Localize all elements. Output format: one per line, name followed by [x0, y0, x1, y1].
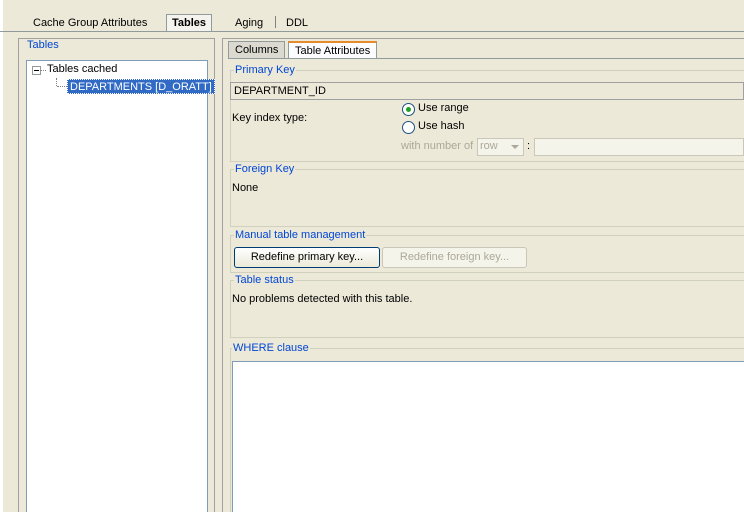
sub-tab-divider	[228, 58, 744, 59]
manual-management-title: Manual table management	[234, 229, 367, 241]
tab-columns[interactable]: Columns	[228, 41, 286, 58]
foreign-key-title: Foreign Key	[234, 163, 296, 175]
table-status-title: Table status	[234, 274, 295, 286]
redefine-foreign-key-button[interactable]: Redefine foreign key...	[382, 247, 527, 268]
tab-table-attributes[interactable]: Table Attributes	[288, 41, 378, 58]
with-number-of-label: with number of	[401, 140, 474, 152]
tab-aging[interactable]: Aging	[231, 15, 267, 31]
tree-connector	[41, 70, 46, 71]
tree-item-departments[interactable]: DEPARTMENTS [D_ORATT]	[67, 79, 215, 94]
row-select[interactable]: row	[477, 138, 524, 156]
tree-connector	[57, 86, 67, 87]
use-hash-label[interactable]: Use hash	[418, 120, 464, 132]
where-clause-input[interactable]	[232, 361, 744, 512]
tree-connector	[56, 78, 57, 86]
tab-ddl[interactable]: DDL	[282, 15, 312, 31]
use-range-radio[interactable]	[402, 103, 415, 116]
foreign-key-value: None	[232, 182, 259, 194]
key-index-type-label: Key index type:	[232, 112, 308, 124]
primary-key-field: DEPARTMENT_ID	[230, 82, 744, 100]
where-clause-title: WHERE clause	[232, 342, 310, 354]
table-status-text: No problems detected with this table.	[232, 293, 413, 305]
row-select-value: row	[480, 140, 498, 152]
chevron-down-icon[interactable]	[508, 140, 522, 154]
colon-label: :	[527, 140, 531, 152]
number-field[interactable]	[534, 138, 744, 156]
tree-root-tables-cached[interactable]: Tables cached	[47, 63, 117, 75]
tables-tree[interactable]: Tables cached DEPARTMENTS [D_ORATT]	[26, 60, 215, 512]
use-hash-radio[interactable]	[402, 121, 415, 134]
redefine-primary-key-button[interactable]: Redefine primary key...	[234, 247, 380, 268]
foreign-key-group	[230, 169, 744, 227]
primary-key-title: Primary Key	[234, 64, 296, 76]
tables-group-title: Tables	[26, 39, 60, 51]
tab-strip-divider	[0, 31, 744, 32]
use-range-label[interactable]: Use range	[418, 102, 469, 114]
table-status-group	[230, 280, 744, 338]
tab-separator	[275, 16, 276, 28]
tab-tables[interactable]: Tables	[166, 14, 213, 31]
window-edge	[0, 0, 3, 512]
tab-cache-group-attributes[interactable]: Cache Group Attributes	[29, 15, 151, 31]
collapse-icon[interactable]	[32, 66, 41, 75]
